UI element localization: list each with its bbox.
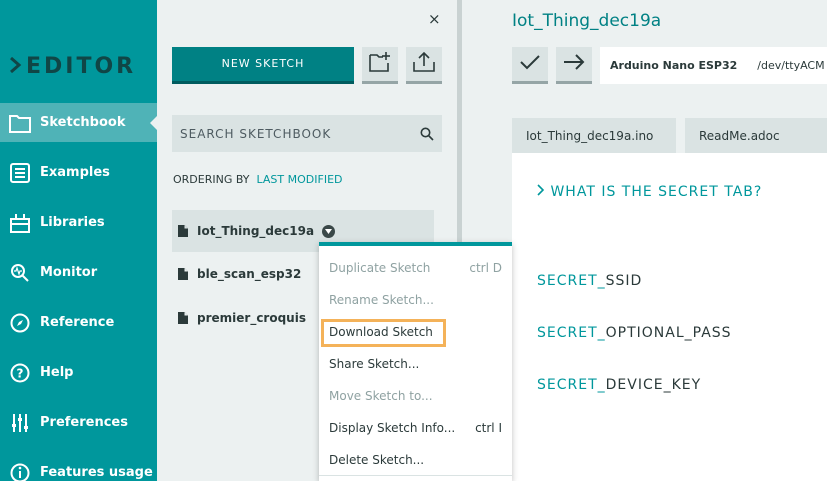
help-icon: ? — [9, 362, 31, 384]
compass-icon — [9, 312, 31, 334]
secret-name: SSID — [605, 273, 643, 289]
menu-item-shortcut: ctrl I — [475, 421, 502, 435]
ordering-label: ORDERING BY — [173, 173, 250, 186]
secret-prefix: SECRET_ — [537, 377, 606, 393]
editor-logo: EDITOR — [9, 54, 136, 79]
sidebar-item-label: Examples — [40, 165, 110, 180]
file-icon — [178, 225, 188, 237]
sidebar-item-features-usage[interactable]: Features usage — [0, 453, 157, 481]
sidebar-item-examples[interactable]: Examples — [0, 153, 157, 192]
board-name: Arduino Nano ESP32 — [610, 59, 738, 72]
sidebar-item-label: Preferences — [40, 415, 128, 430]
chevron-right-icon — [537, 184, 550, 200]
sidebar-item-sketchbook[interactable]: Sketchbook — [0, 103, 157, 142]
tab-readme[interactable]: ReadMe.adoc — [685, 118, 827, 153]
svg-text:?: ? — [17, 366, 24, 380]
sketch-name: Iot_Thing_dec19a — [197, 224, 315, 238]
secret-tab-toggle[interactable]: WHAT IS THE SECRET TAB? — [537, 184, 762, 200]
books-icon — [9, 212, 31, 234]
secret-variable: SECRET_DEVICE_KEY — [537, 377, 701, 393]
list-icon — [9, 162, 31, 184]
editor-content — [512, 153, 827, 481]
sketch-title: Iot_Thing_dec19a — [512, 11, 662, 31]
sketch-name: premier_croquis — [197, 311, 306, 325]
menu-item-download-sketch[interactable]: Download Sketch — [319, 316, 512, 348]
menu-item-label: Display Sketch Info... — [329, 421, 456, 435]
folder-icon — [9, 112, 31, 134]
search-sketchbook — [172, 115, 442, 152]
checkmark-icon — [520, 54, 540, 74]
sidebar-item-label: Reference — [40, 315, 115, 330]
sidebar-item-label: Features usage — [40, 465, 153, 480]
close-panel-button[interactable]: × — [428, 10, 441, 28]
menu-item-display-sketch-info[interactable]: Display Sketch Info... ctrl I — [319, 412, 512, 444]
upload-button[interactable] — [556, 47, 592, 84]
file-icon — [178, 312, 188, 324]
sketch-options-dropdown[interactable] — [322, 224, 336, 238]
new-sketch-button[interactable]: NEW SKETCH — [172, 47, 354, 84]
new-folder-button[interactable] — [362, 47, 398, 84]
menu-item-rename-sketch[interactable]: Rename Sketch... — [319, 284, 512, 316]
menu-item-share-sketch[interactable]: Share Sketch... — [319, 348, 512, 380]
sidebar-item-reference[interactable]: Reference — [0, 303, 157, 342]
menu-item-delete-sketch[interactable]: Delete Sketch... — [319, 444, 512, 476]
info-icon — [9, 462, 31, 481]
sliders-icon — [9, 412, 31, 434]
sidebar-item-libraries[interactable]: Libraries — [0, 203, 157, 242]
upload-sketch-button[interactable] — [406, 47, 442, 84]
add-file-icon — [369, 51, 391, 77]
menu-item-label: Share Sketch... — [329, 357, 420, 371]
tab-main-ino[interactable]: Iot_Thing_dec19a.ino — [512, 118, 676, 153]
secret-prefix: SECRET_ — [537, 273, 606, 289]
secret-prefix: SECRET_ — [537, 325, 606, 341]
arrow-right-icon — [563, 54, 585, 74]
upload-icon — [413, 51, 435, 77]
menu-divider — [319, 475, 512, 476]
menu-item-label: Download Sketch — [329, 325, 433, 339]
sidebar-item-label: Libraries — [40, 215, 105, 230]
menu-item-label: Rename Sketch... — [329, 293, 434, 307]
sidebar-item-preferences[interactable]: Preferences — [0, 403, 157, 442]
menu-item-label: Delete Sketch... — [329, 453, 425, 467]
menu-item-label: Duplicate Sketch — [329, 261, 431, 275]
secret-name: DEVICE_KEY — [605, 377, 702, 393]
ordering-row: ORDERING BY LAST MODIFIED — [173, 173, 343, 186]
sidebar-item-label: Monitor — [40, 265, 98, 280]
caret-down-icon — [325, 228, 333, 234]
sidebar-item-label: Sketchbook — [40, 115, 126, 130]
sketch-name: ble_scan_esp32 — [197, 267, 302, 281]
search-input[interactable] — [180, 126, 416, 141]
sidebar-item-monitor[interactable]: Monitor — [0, 253, 157, 292]
file-icon — [178, 268, 188, 280]
secret-variable: SECRET_SSID — [537, 273, 642, 289]
secret-tab-heading: WHAT IS THE SECRET TAB? — [550, 184, 763, 200]
logo-text: EDITOR — [26, 54, 137, 79]
secret-variable: SECRET_OPTIONAL_PASS — [537, 325, 732, 341]
menu-item-move-sketch[interactable]: Move Sketch to... — [319, 380, 512, 412]
search-icon[interactable] — [420, 126, 434, 145]
menu-item-duplicate-sketch[interactable]: Duplicate Sketch ctrl D — [319, 252, 512, 284]
port-name: /dev/ttyACM — [757, 59, 825, 72]
monitor-icon — [9, 262, 31, 284]
secret-name: OPTIONAL_PASS — [605, 325, 732, 341]
sketch-context-menu: Duplicate Sketch ctrl D Rename Sketch...… — [319, 242, 512, 481]
menu-item-shortcut: ctrl D — [469, 261, 502, 275]
verify-button[interactable] — [512, 47, 548, 84]
sidebar: EDITOR Sketchbook Examples Libraries Mon… — [0, 0, 157, 481]
sidebar-item-label: Help — [40, 365, 74, 380]
menu-item-label: Move Sketch to... — [329, 389, 433, 403]
chevron-right-icon — [9, 54, 22, 79]
ordering-value-link[interactable]: LAST MODIFIED — [257, 173, 343, 186]
sidebar-item-help[interactable]: ? Help — [0, 353, 157, 392]
board-selector[interactable]: Arduino Nano ESP32 /dev/ttyACM — [600, 47, 827, 84]
